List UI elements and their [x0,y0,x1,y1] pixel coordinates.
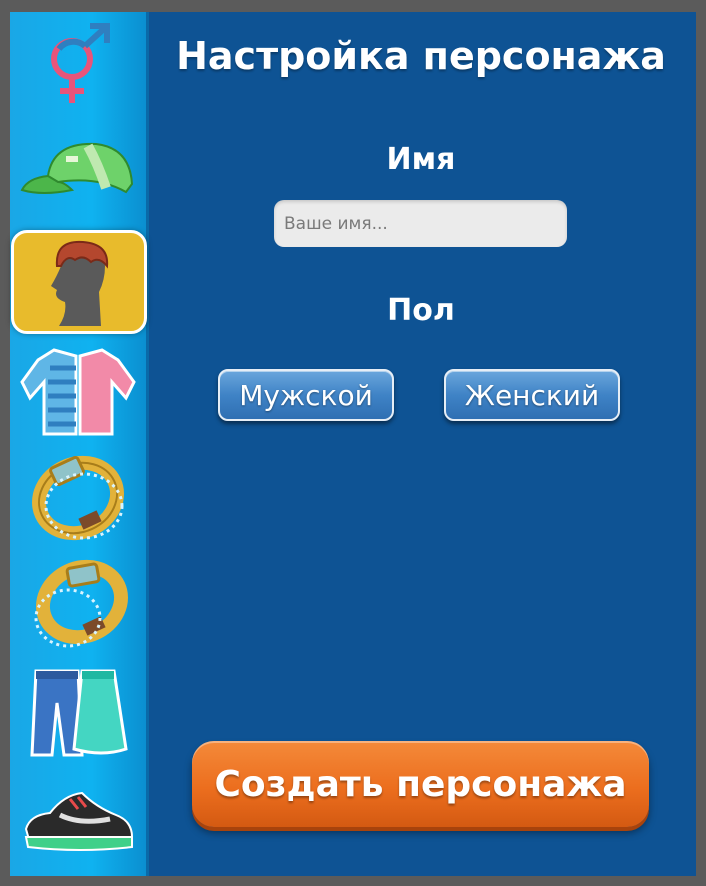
shirt-icon [20,348,136,436]
female-button[interactable]: Женский [444,369,620,421]
name-input[interactable] [274,200,567,247]
hair-icon [51,240,109,326]
sidebar-item-hair[interactable] [11,230,147,334]
gender-label: Пол [387,293,455,328]
sidebar-item-cap[interactable] [14,119,142,219]
page-title: Настройка персонажа [176,34,666,78]
sidebar-item-bracelet-alt[interactable] [14,556,142,656]
sidebar-item-shirt[interactable] [14,340,142,440]
gender-icon [51,23,110,103]
character-setup-panel: Настройка персонажа Имя Пол Мужской Женс… [10,12,696,876]
category-sidebar [10,12,149,876]
create-character-button[interactable]: Создать персонажа [192,741,649,827]
male-button[interactable]: Мужской [218,369,394,421]
bracelet-icon [32,455,124,541]
pants-skirt-icon [30,669,128,757]
sneaker-icon [24,791,134,851]
name-label: Имя [386,142,456,177]
bracelet-alt-icon [34,559,128,648]
sidebar-item-pants-skirt[interactable] [14,662,142,762]
sidebar-item-bracelet[interactable] [14,446,142,546]
sidebar-item-sneaker[interactable] [14,770,142,870]
cap-icon [20,142,134,194]
sidebar-item-gender[interactable] [14,14,142,114]
